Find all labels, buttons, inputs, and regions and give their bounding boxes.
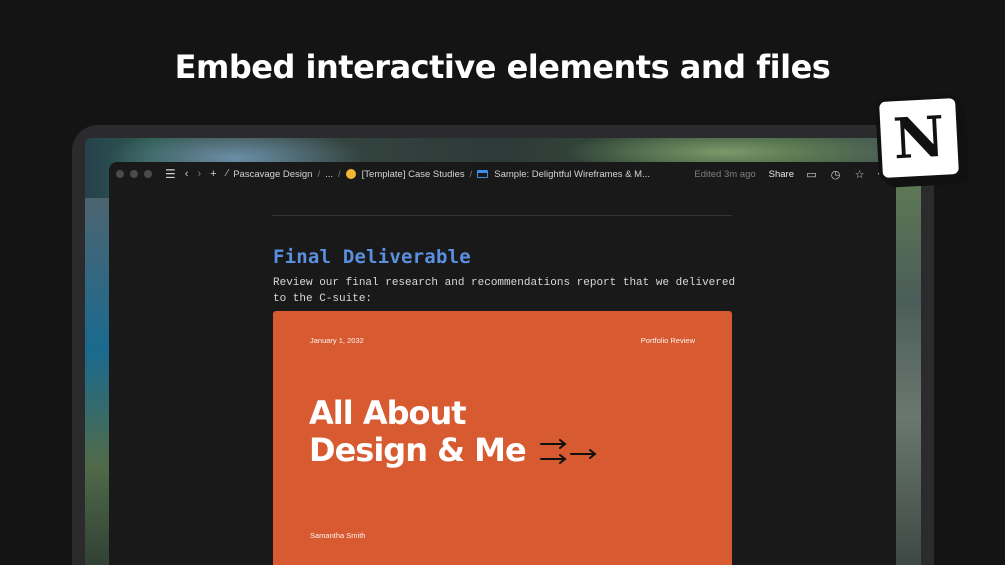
breadcrumb-case-studies[interactable]: [Template] Case Studies [362, 169, 465, 180]
breadcrumb-ellipsis[interactable]: ... [325, 169, 333, 180]
breadcrumb-workspace[interactable]: Pascavage Design [233, 169, 312, 180]
slide-tag: Portfolio Review [640, 336, 695, 345]
minimize-window-button[interactable] [130, 170, 138, 178]
slide-title-line-2: Design & Me [309, 431, 527, 469]
divider [272, 215, 732, 216]
maximize-window-button[interactable] [144, 170, 152, 178]
arrows-icon [540, 439, 597, 464]
title-bar: ☰ ‹ › + ⁄ Pascavage Design / ... / [Temp… [109, 162, 896, 186]
wallpaper-left-edge [85, 198, 111, 565]
breadcrumb-separator: / [469, 168, 473, 180]
slide-title: All About Design & Me [309, 394, 527, 469]
slide-date: January 1, 2032 [310, 336, 364, 345]
star-icon[interactable]: ☆ [853, 168, 866, 181]
edited-status: Edited 3m ago [694, 168, 756, 180]
notion-window: ☰ ‹ › + ⁄ Pascavage Design / ... / [Temp… [109, 162, 896, 565]
share-button[interactable]: Share [769, 169, 794, 180]
slide-author: Samantha Smith [310, 531, 366, 540]
menu-icon[interactable]: ☰ [165, 162, 176, 186]
add-icon[interactable]: + [210, 162, 216, 186]
notion-logo-letter: N [891, 103, 947, 173]
page-description: Review our final research and recommenda… [273, 277, 736, 305]
notion-logo: N [874, 93, 964, 183]
window-icon [477, 170, 489, 178]
history-icon[interactable]: ◷ [829, 168, 842, 181]
smiley-emoji-icon [345, 169, 356, 179]
embedded-presentation[interactable]: January 1, 2032 Portfolio Review All Abo… [273, 311, 732, 565]
slide-title-line-1: All About [309, 394, 467, 432]
breadcrumb-current-page[interactable]: Sample: Delightful Wireframes & M... [494, 169, 650, 180]
wallpaper-right-edge [895, 178, 921, 565]
page-heading: Final Deliverable [273, 246, 471, 268]
breadcrumb-separator: / [338, 168, 341, 180]
breadcrumb-separator: / [317, 168, 321, 180]
headline: Embed interactive elements and files [174, 48, 831, 86]
comment-icon[interactable]: ▭ [805, 168, 818, 181]
pin-icon: ⁄ [226, 168, 229, 179]
breadcrumb: ⁄ Pascavage Design / ... / [Template] Ca… [227, 162, 650, 186]
titlebar-actions: Edited 3m ago Share ▭ ◷ ☆ ••• [694, 162, 890, 186]
window-controls [116, 170, 152, 178]
forward-icon[interactable]: › [197, 162, 201, 186]
close-window-button[interactable] [116, 170, 124, 178]
back-icon[interactable]: ‹ [185, 162, 189, 186]
